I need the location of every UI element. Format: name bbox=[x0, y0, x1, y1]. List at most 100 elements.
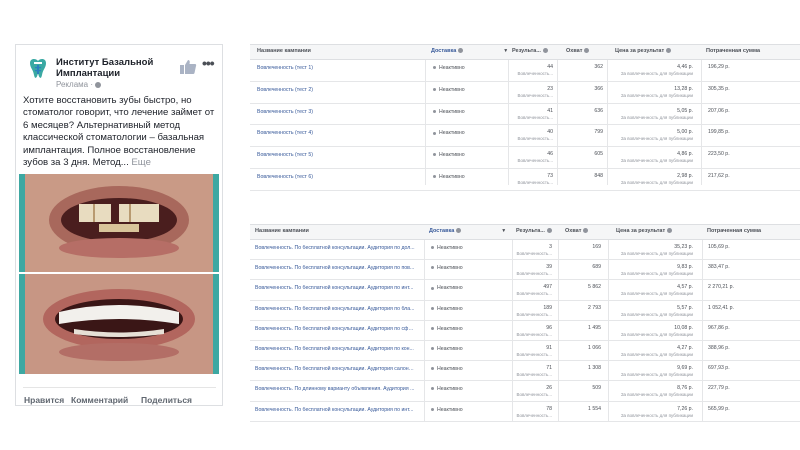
table-row[interactable]: Вовлеченность (тест 1) Неактивно 44 Вовл… bbox=[250, 60, 800, 82]
status-dot-icon bbox=[433, 87, 436, 91]
results-type: Вовлеченность... bbox=[517, 136, 554, 142]
campaign-name-link[interactable]: Вовлеченность. По бесплатной консультаци… bbox=[255, 265, 415, 271]
status-dot-icon bbox=[431, 246, 434, 250]
results-type: Вовлеченность... bbox=[516, 372, 553, 378]
col-campaign-name[interactable]: Название кампании bbox=[257, 48, 311, 54]
table-row[interactable]: Вовлеченность. По бесплатной консультаци… bbox=[250, 402, 800, 422]
table-row[interactable]: Вовлеченность (тест 5) Неактивно 46 Вовл… bbox=[250, 147, 800, 169]
sort-down-icon[interactable]: ▼ bbox=[503, 48, 508, 54]
campaign-name-link[interactable]: Вовлеченность. По бесплатной консультаци… bbox=[255, 326, 415, 332]
column-divider bbox=[508, 60, 509, 185]
status-dot-icon bbox=[433, 131, 436, 135]
cost-type: За вовлеченность для публикации bbox=[620, 412, 693, 418]
table-row[interactable]: Вовлеченность. По бесплатной консультаци… bbox=[250, 321, 800, 341]
status-dot-icon bbox=[431, 266, 434, 270]
campaign-name-link[interactable]: Вовлеченность. По бесплатной консультаци… bbox=[255, 366, 415, 372]
column-divider bbox=[607, 60, 608, 185]
results-value: 189 bbox=[543, 304, 552, 311]
results-value: 78 bbox=[546, 405, 552, 412]
col-delivery[interactable]: Доставка ▼ bbox=[431, 48, 508, 54]
reach-value: 689 bbox=[592, 264, 601, 271]
status-dot-icon bbox=[431, 286, 434, 290]
campaigns-table-tests: Название кампании Доставка ▼ Результа... … bbox=[250, 44, 800, 191]
table-row[interactable]: Вовлеченность. По бесплатной консультаци… bbox=[250, 341, 800, 362]
status-dot-icon bbox=[433, 175, 436, 179]
cost-type: За вовлеченность для публикации bbox=[620, 136, 693, 142]
col-delivery[interactable]: Доставка ▼ bbox=[429, 228, 506, 234]
table-row[interactable]: Вовлеченность. По бесплатной консультаци… bbox=[250, 280, 800, 301]
table-row[interactable]: Вовлеченность. По длинному варианту объя… bbox=[250, 381, 800, 402]
col-amount-spent[interactable]: Потраченная сумма bbox=[707, 228, 761, 234]
delivery-status: Неактивно bbox=[431, 407, 463, 413]
table-row[interactable]: Вовлеченность. По бесплатной консультаци… bbox=[250, 361, 800, 382]
table-row[interactable]: Вовлеченность. По бесплатной консультаци… bbox=[250, 301, 800, 321]
spent-value: 388,96 р. bbox=[708, 344, 730, 351]
delivery-status: Неактивно bbox=[431, 326, 463, 332]
status-dot-icon bbox=[431, 326, 434, 330]
column-divider bbox=[557, 60, 558, 185]
results-value: 39 bbox=[546, 264, 552, 271]
results-type: Вовлеченность... bbox=[516, 331, 553, 337]
campaign-name-link[interactable]: Вовлеченность. По бесплатной консультаци… bbox=[255, 245, 415, 251]
info-icon bbox=[542, 48, 548, 54]
reach-value: 2 793 bbox=[588, 304, 601, 311]
campaign-name-link[interactable]: Вовлеченность. По бесплатной консультаци… bbox=[255, 285, 415, 291]
campaign-name-link[interactable]: Вовлеченность. По бесплатной консультаци… bbox=[255, 306, 415, 312]
results-type: Вовлеченность... bbox=[516, 351, 553, 357]
campaign-name-link[interactable]: Вовлеченность (тест 4) bbox=[257, 130, 417, 136]
cost-value: 5,00 р. bbox=[677, 129, 693, 136]
results-value: 71 bbox=[546, 365, 552, 372]
results-type: Вовлеченность... bbox=[517, 71, 554, 76]
campaign-name-link[interactable]: Вовлеченность (тест 2) bbox=[257, 87, 417, 93]
info-icon bbox=[667, 228, 673, 234]
campaign-name-link[interactable]: Вовлеченность. По длинному варианту объя… bbox=[255, 386, 415, 392]
results-type: Вовлеченность... bbox=[516, 311, 553, 317]
col-amount-spent[interactable]: Потраченная сумма bbox=[706, 48, 760, 54]
spent-value: 199,85 р. bbox=[708, 129, 730, 136]
delivery-status: Неактивно bbox=[431, 366, 463, 372]
campaign-name-link[interactable]: Вовлеченность. По бесплатной консультаци… bbox=[255, 407, 415, 413]
col-reach[interactable]: Охват bbox=[565, 228, 589, 234]
reach-value: 5 862 bbox=[588, 284, 601, 291]
campaign-name-link[interactable]: Вовлеченность (тест 1) bbox=[257, 65, 417, 71]
status-dot-icon bbox=[431, 347, 434, 351]
info-icon bbox=[666, 48, 672, 54]
spent-value: 565,99 р. bbox=[708, 405, 730, 412]
results-value: 46 bbox=[547, 151, 553, 158]
table-row[interactable]: Вовлеченность (тест 2) Неактивно 23 Вовл… bbox=[250, 82, 800, 104]
cost-value: 10,08 р. bbox=[674, 324, 693, 331]
column-divider bbox=[424, 240, 425, 422]
table-row[interactable]: Вовлеченность. По бесплатной консультаци… bbox=[250, 240, 800, 261]
reach-value: 605 bbox=[594, 151, 603, 158]
campaign-name-link[interactable]: Вовлеченность (тест 5) bbox=[257, 152, 417, 158]
campaign-name-link[interactable]: Вовлеченность (тест 3) bbox=[257, 109, 417, 115]
info-icon bbox=[546, 228, 552, 234]
col-results[interactable]: Результа... bbox=[512, 48, 548, 54]
cost-value: 5,57 р. bbox=[677, 304, 693, 311]
table-row[interactable]: Вовлеченность. По бесплатной консультаци… bbox=[250, 260, 800, 281]
more-options-icon[interactable]: ••• bbox=[202, 55, 215, 71]
like-button[interactable]: Нравится bbox=[24, 395, 64, 405]
campaign-name-link[interactable]: Вовлеченность (тест 6) bbox=[257, 174, 417, 180]
reach-value: 1 308 bbox=[588, 365, 601, 372]
col-campaign-name[interactable]: Название кампании bbox=[255, 228, 309, 234]
table-row[interactable]: Вовлеченность (тест 6) Неактивно 73 Вовл… bbox=[250, 169, 800, 191]
table-row[interactable]: Вовлеченность (тест 3) Неактивно 41 Вовл… bbox=[250, 104, 800, 126]
table-header: Название кампании Доставка ▼ Результа... … bbox=[250, 224, 800, 240]
col-reach[interactable]: Охват bbox=[566, 48, 590, 54]
sort-down-icon[interactable]: ▼ bbox=[501, 228, 506, 234]
reach-value: 1 066 bbox=[588, 344, 601, 351]
table-row[interactable]: Вовлеченность (тест 4) Неактивно 40 Вовл… bbox=[250, 125, 800, 148]
before-teeth-photo bbox=[19, 174, 219, 272]
col-results[interactable]: Результа... bbox=[516, 228, 552, 234]
comment-button[interactable]: Комментарий bbox=[71, 395, 128, 405]
thumbs-up-icon[interactable] bbox=[179, 59, 197, 75]
col-cost-per-result[interactable]: Цена за результат bbox=[615, 48, 672, 54]
col-cost-per-result[interactable]: Цена за результат bbox=[616, 228, 673, 234]
ad-page-name[interactable]: Институт Базальной Имплантации bbox=[56, 57, 166, 79]
see-more-link[interactable]: Еще bbox=[131, 157, 151, 168]
share-button[interactable]: Поделиться bbox=[141, 395, 192, 405]
cost-value: 4,46 р. bbox=[677, 64, 693, 70]
campaign-name-link[interactable]: Вовлеченность. По бесплатной консультаци… bbox=[255, 346, 415, 352]
results-value: 26 bbox=[546, 385, 552, 392]
